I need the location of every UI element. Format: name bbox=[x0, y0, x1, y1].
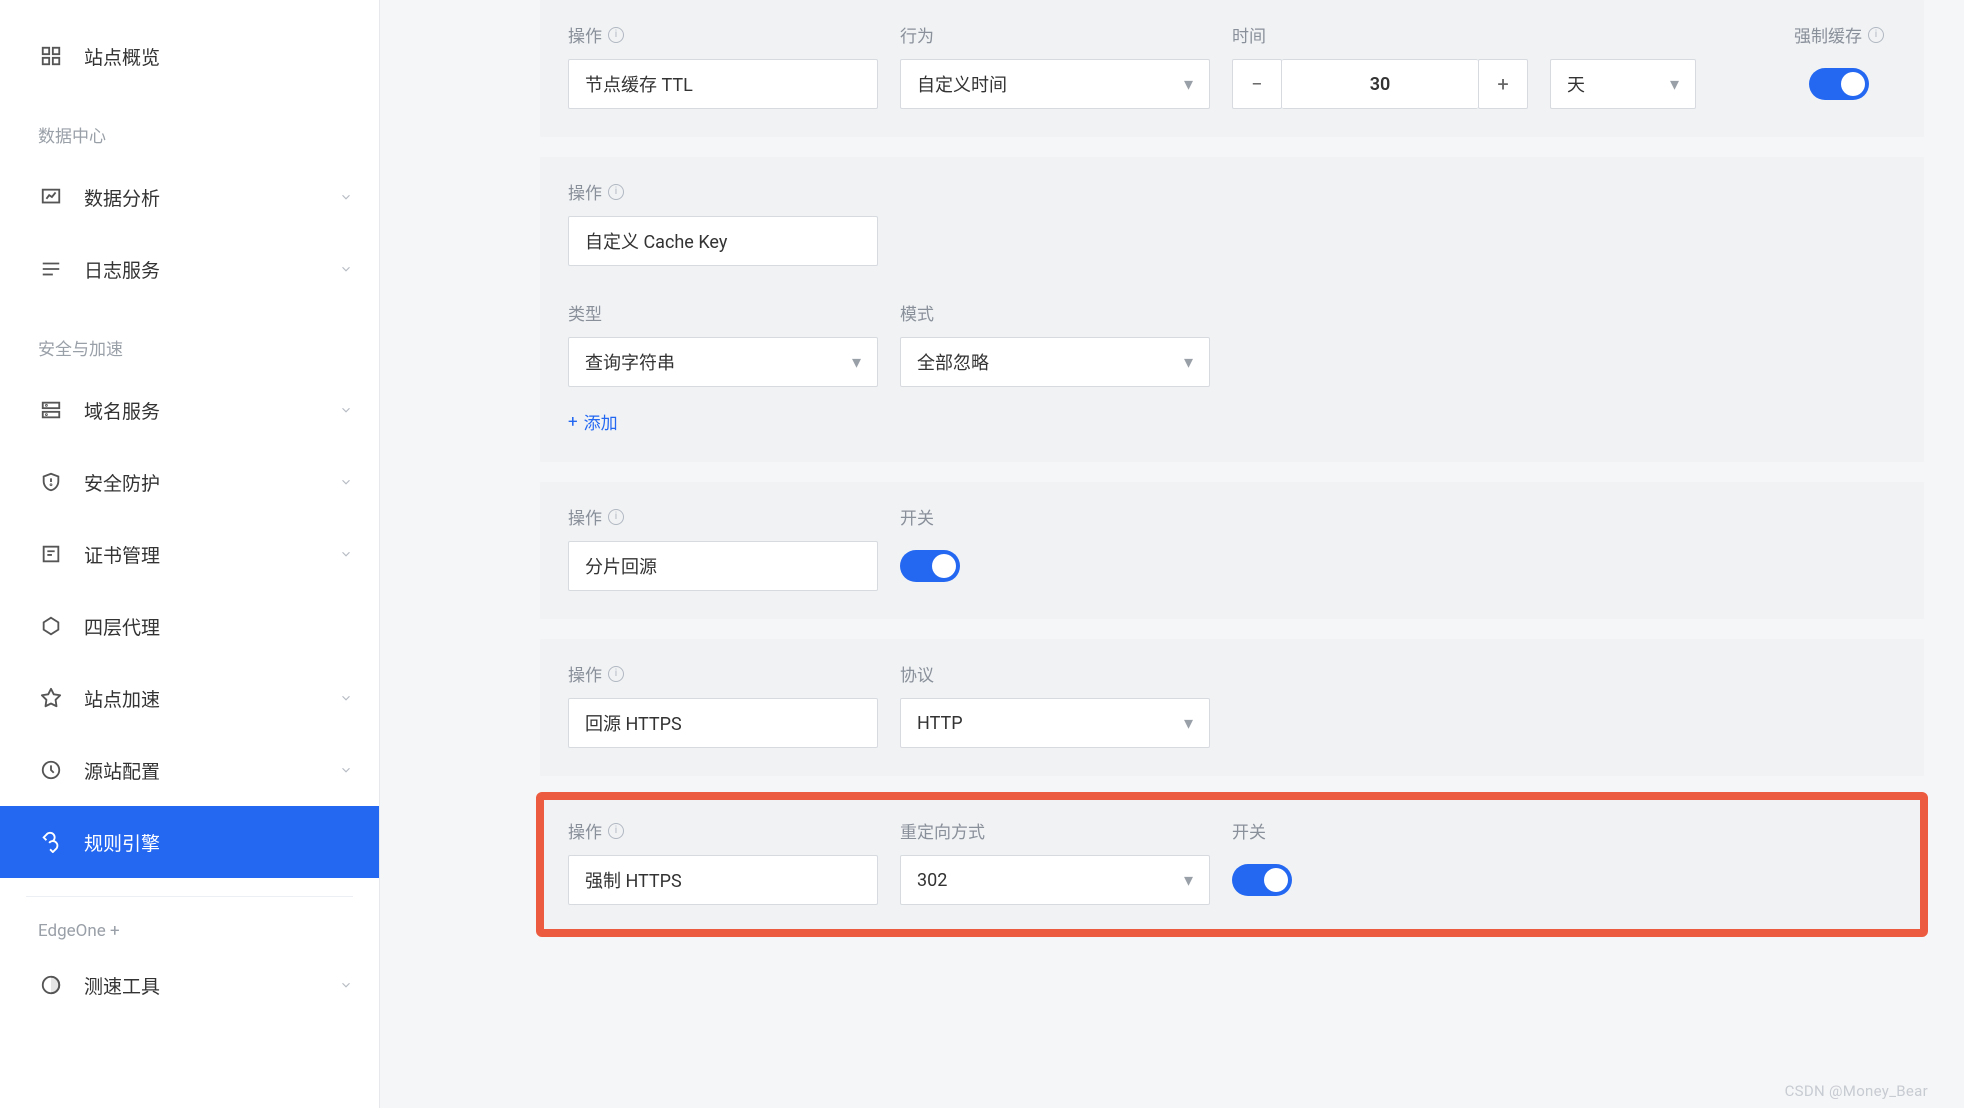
sidebar-item-label: 四层代理 bbox=[84, 613, 160, 640]
label-action: 操作i bbox=[568, 818, 878, 843]
sidebar-item-label: 数据分析 bbox=[84, 184, 160, 211]
label-type: 类型 bbox=[568, 300, 878, 325]
sidebar-item-label: 安全防护 bbox=[84, 469, 160, 496]
watermark: CSDN @Money_Bear bbox=[1785, 1082, 1928, 1100]
label-behavior: 行为 bbox=[900, 22, 1210, 47]
sidebar-item-origin[interactable]: 源站配置 bbox=[0, 734, 379, 806]
label-action: 操作i bbox=[568, 504, 878, 529]
behavior-select[interactable]: 自定义时间 ▾ bbox=[900, 59, 1210, 109]
origin-icon bbox=[38, 757, 64, 783]
caret-down-icon: ▾ bbox=[1184, 74, 1193, 95]
sidebar-item-overview[interactable]: 站点概览 bbox=[0, 20, 379, 92]
info-icon: i bbox=[608, 184, 624, 200]
sidebar-group-security: 安全与加速 bbox=[0, 305, 379, 374]
chevron-down-icon bbox=[339, 258, 353, 281]
sidebar-edgeone-label: EdgeOne + bbox=[0, 897, 379, 949]
chevron-down-icon bbox=[339, 471, 353, 494]
sidebar-item-label: 测速工具 bbox=[84, 972, 160, 999]
label-switch: 开关 bbox=[1232, 818, 1292, 843]
force-cache-toggle[interactable] bbox=[1809, 68, 1869, 100]
speedtest-icon bbox=[38, 972, 64, 998]
info-icon: i bbox=[1868, 27, 1884, 43]
sidebar-group-data: 数据中心 bbox=[0, 92, 379, 161]
stepper-minus[interactable]: − bbox=[1232, 59, 1282, 109]
label-time: 时间 bbox=[1232, 22, 1528, 47]
add-link[interactable]: + 添加 bbox=[568, 409, 618, 434]
sidebar-item-cert[interactable]: 证书管理 bbox=[0, 518, 379, 590]
sidebar-item-label: 域名服务 bbox=[84, 397, 160, 424]
force-https-toggle[interactable] bbox=[1232, 864, 1292, 896]
acceleration-icon bbox=[38, 685, 64, 711]
proxy-icon bbox=[38, 613, 64, 639]
mode-select[interactable]: 全部忽略 ▾ bbox=[900, 337, 1210, 387]
overview-icon bbox=[38, 43, 64, 69]
caret-down-icon: ▾ bbox=[1184, 870, 1193, 891]
time-value[interactable]: 30 bbox=[1282, 59, 1478, 109]
action-value[interactable]: 回源 HTTPS bbox=[568, 698, 878, 748]
domain-icon bbox=[38, 397, 64, 423]
protocol-select[interactable]: HTTP ▾ bbox=[900, 698, 1210, 748]
unit-select[interactable]: 天 ▾ bbox=[1550, 59, 1696, 109]
caret-down-icon: ▾ bbox=[1184, 352, 1193, 373]
sidebar: 站点概览 数据中心 数据分析 日志服务 安全与加速 域名服务 安全防护 bbox=[0, 0, 380, 1108]
rule-card-cachekey: 操作i 自定义 Cache Key 类型 查询字符串 ▾ 模式 全部忽略 ▾ bbox=[540, 157, 1924, 462]
type-select[interactable]: 查询字符串 ▾ bbox=[568, 337, 878, 387]
sidebar-item-label: 规则引擎 bbox=[84, 829, 160, 856]
info-icon: i bbox=[608, 666, 624, 682]
sidebar-item-rule-engine[interactable]: 规则引擎 bbox=[0, 806, 379, 878]
label-unit-spacer bbox=[1550, 27, 1696, 47]
time-stepper: − 30 + bbox=[1232, 59, 1528, 109]
chevron-down-icon bbox=[339, 974, 353, 997]
sidebar-item-accel[interactable]: 站点加速 bbox=[0, 662, 379, 734]
stepper-plus[interactable]: + bbox=[1478, 59, 1528, 109]
caret-down-icon: ▾ bbox=[852, 352, 861, 373]
chevron-down-icon bbox=[339, 687, 353, 710]
sidebar-item-security[interactable]: 安全防护 bbox=[0, 446, 379, 518]
sidebar-item-logs[interactable]: 日志服务 bbox=[0, 233, 379, 305]
chevron-down-icon bbox=[339, 543, 353, 566]
info-icon: i bbox=[608, 27, 624, 43]
rule-card-range: 操作i 分片回源 开关 bbox=[540, 482, 1924, 619]
label-protocol: 协议 bbox=[900, 661, 1210, 686]
action-value[interactable]: 节点缓存 TTL bbox=[568, 59, 878, 109]
action-value[interactable]: 强制 HTTPS bbox=[568, 855, 878, 905]
chevron-down-icon bbox=[339, 186, 353, 209]
range-toggle[interactable] bbox=[900, 550, 960, 582]
action-value[interactable]: 自定义 Cache Key bbox=[568, 216, 878, 266]
sidebar-item-analytics[interactable]: 数据分析 bbox=[0, 161, 379, 233]
sidebar-item-label: 证书管理 bbox=[84, 541, 160, 568]
chevron-down-icon bbox=[339, 399, 353, 422]
sidebar-item-speedtest[interactable]: 测速工具 bbox=[0, 949, 379, 1021]
redirect-select[interactable]: 302 ▾ bbox=[900, 855, 1210, 905]
sidebar-item-label: 站点加速 bbox=[84, 685, 160, 712]
plus-icon: + bbox=[568, 412, 578, 432]
sidebar-item-label: 日志服务 bbox=[84, 256, 160, 283]
label-switch: 开关 bbox=[900, 504, 960, 529]
sidebar-item-label: 源站配置 bbox=[84, 757, 160, 784]
info-icon: i bbox=[608, 509, 624, 525]
label-redirect: 重定向方式 bbox=[900, 818, 1210, 843]
sidebar-item-l4proxy[interactable]: 四层代理 bbox=[0, 590, 379, 662]
logs-icon bbox=[38, 256, 64, 282]
main-content: 操作i 节点缓存 TTL 行为 自定义时间 ▾ 时间 − 30 + bbox=[380, 0, 1964, 1108]
label-force-cache: 强制缓存i bbox=[1794, 22, 1884, 47]
sidebar-item-label: 站点概览 bbox=[84, 43, 160, 70]
info-icon: i bbox=[608, 823, 624, 839]
rule-card-ttl: 操作i 节点缓存 TTL 行为 自定义时间 ▾ 时间 − 30 + bbox=[540, 0, 1924, 137]
label-action: 操作i bbox=[568, 661, 878, 686]
analytics-icon bbox=[38, 184, 64, 210]
rule-engine-icon bbox=[38, 829, 64, 855]
label-action: 操作i bbox=[568, 22, 878, 47]
label-action: 操作i bbox=[568, 179, 1896, 204]
action-value[interactable]: 分片回源 bbox=[568, 541, 878, 591]
rule-card-origin-https: 操作i 回源 HTTPS 协议 HTTP ▾ bbox=[540, 639, 1924, 776]
caret-down-icon: ▾ bbox=[1184, 713, 1193, 734]
rule-card-force-https: 操作i 强制 HTTPS 重定向方式 302 ▾ 开关 bbox=[540, 796, 1924, 933]
shield-icon bbox=[38, 469, 64, 495]
sidebar-item-domain[interactable]: 域名服务 bbox=[0, 374, 379, 446]
chevron-down-icon bbox=[339, 759, 353, 782]
certificate-icon bbox=[38, 541, 64, 567]
label-mode: 模式 bbox=[900, 300, 1210, 325]
caret-down-icon: ▾ bbox=[1670, 74, 1679, 95]
